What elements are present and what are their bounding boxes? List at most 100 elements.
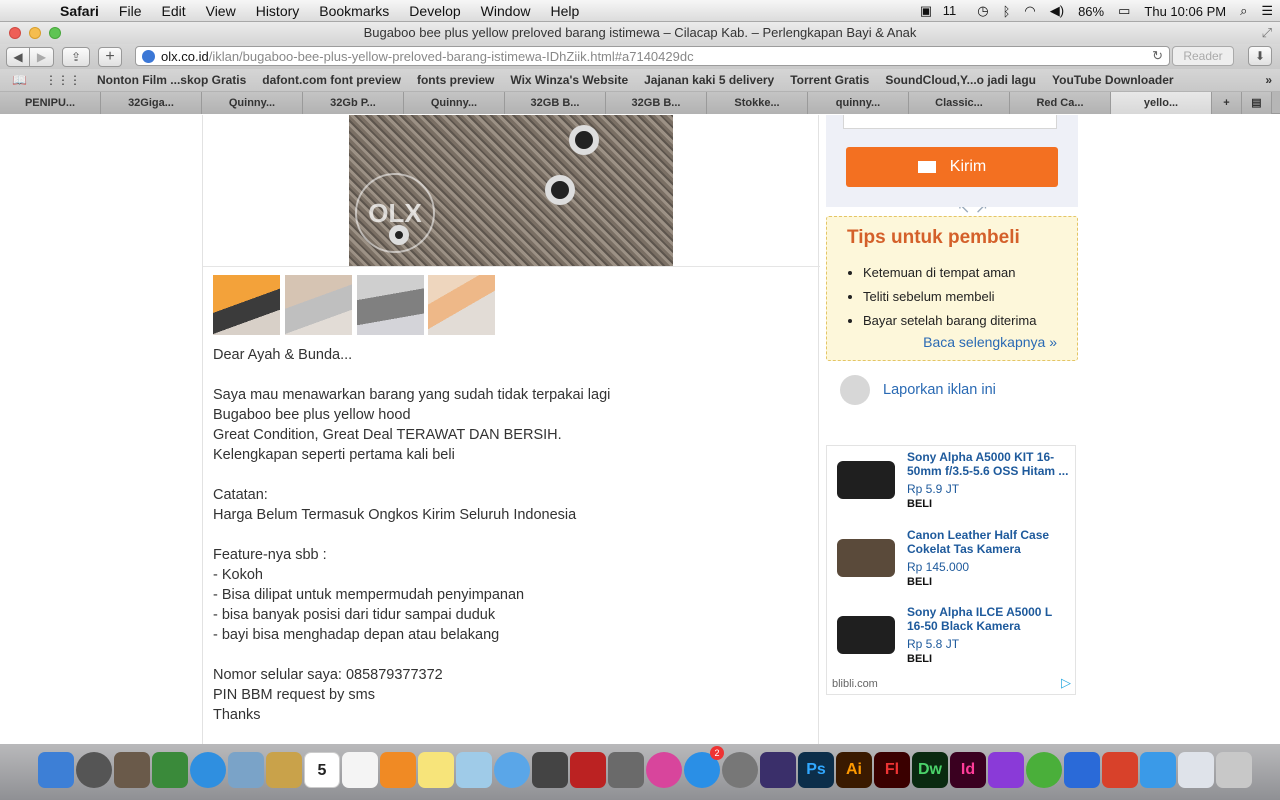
tab[interactable]: Stokke... bbox=[707, 92, 808, 114]
trash-icon[interactable] bbox=[1216, 752, 1252, 788]
battery-icon[interactable]: ▭ bbox=[1118, 3, 1130, 19]
tab[interactable]: 32Gb P... bbox=[303, 92, 404, 114]
ad-item[interactable]: Canon Leather Half Case Cokelat Tas Kame… bbox=[827, 524, 1077, 594]
tab-overview-icon[interactable]: ▤ bbox=[1242, 92, 1272, 114]
bookmark-item[interactable]: SoundCloud,Y...o jadi lagu bbox=[885, 73, 1036, 87]
tab-active[interactable]: yello... bbox=[1111, 92, 1212, 114]
tab[interactable]: Classic... bbox=[909, 92, 1010, 114]
bookmark-item[interactable]: Torrent Gratis bbox=[790, 73, 869, 87]
dashboard-icon[interactable] bbox=[152, 752, 188, 788]
colorful-app-icon[interactable] bbox=[988, 752, 1024, 788]
itunes-icon[interactable] bbox=[646, 752, 682, 788]
reader-button[interactable]: Reader bbox=[1172, 46, 1234, 66]
time-machine-icon[interactable]: ◷ bbox=[977, 3, 988, 19]
ad-item[interactable]: Sony Alpha ILCE A5000 L 16-50 Black Kame… bbox=[827, 601, 1077, 671]
report-ad-link[interactable]: Laporkan iklan ini bbox=[883, 382, 996, 398]
bookmark-item[interactable]: fonts preview bbox=[417, 73, 494, 87]
ad-title[interactable]: Canon Leather Half Case Cokelat Tas Kame… bbox=[907, 528, 1072, 556]
clock[interactable]: Thu 10:06 PM bbox=[1144, 4, 1226, 19]
safari-icon[interactable] bbox=[190, 752, 226, 788]
ad-title[interactable]: Sony Alpha ILCE A5000 L 16-50 Black Kame… bbox=[907, 605, 1072, 633]
ad-buy-link[interactable]: BELI bbox=[907, 576, 932, 588]
volume-icon[interactable]: ◀) bbox=[1050, 3, 1064, 19]
tab[interactable]: quinny... bbox=[808, 92, 909, 114]
reload-icon[interactable]: ↻ bbox=[1152, 48, 1163, 64]
spotlight-search-icon[interactable]: ⌕ bbox=[1240, 3, 1247, 19]
preview-icon[interactable] bbox=[456, 752, 492, 788]
tab[interactable]: 32Giga... bbox=[101, 92, 202, 114]
top-sites-icon[interactable]: ⋮⋮⋮ bbox=[45, 73, 81, 87]
utorrent-icon[interactable] bbox=[1026, 752, 1062, 788]
ad-buy-link[interactable]: BELI bbox=[907, 653, 932, 665]
menu-edit[interactable]: Edit bbox=[151, 0, 195, 22]
app-store-icon[interactable]: 2 bbox=[684, 746, 724, 788]
bookmark-item[interactable]: YouTube Downloader bbox=[1052, 73, 1174, 87]
wifi-icon[interactable]: ◠ bbox=[1024, 3, 1035, 19]
dreamweaver-icon[interactable]: Dw bbox=[912, 752, 948, 788]
finder-icon[interactable] bbox=[38, 752, 74, 788]
iphoto-icon[interactable] bbox=[608, 752, 644, 788]
fullscreen-icon[interactable]: ⤢ bbox=[1262, 22, 1272, 44]
address-bar[interactable]: olx.co.id /iklan/bugaboo-bee-plus-yellow… bbox=[135, 46, 1170, 66]
bookmark-item[interactable]: dafont.com font preview bbox=[262, 73, 401, 87]
back-button[interactable]: ◀ bbox=[6, 46, 30, 67]
minimize-window-button[interactable] bbox=[29, 27, 41, 39]
ad-source[interactable]: blibli.com bbox=[832, 678, 878, 690]
photo-thumbnail[interactable] bbox=[285, 275, 352, 335]
tab[interactable]: Quinny... bbox=[404, 92, 505, 114]
mission-control-icon[interactable] bbox=[114, 752, 150, 788]
menu-bookmarks[interactable]: Bookmarks bbox=[309, 0, 399, 22]
menu-window[interactable]: Window bbox=[471, 0, 541, 22]
vlc-icon[interactable] bbox=[380, 752, 416, 788]
reminders-icon[interactable] bbox=[342, 752, 378, 788]
notification-center-icon[interactable]: ☰ bbox=[1261, 3, 1273, 19]
menu-help[interactable]: Help bbox=[540, 0, 589, 22]
bookmarks-overflow-icon[interactable]: » bbox=[1265, 73, 1272, 87]
calendar-icon[interactable]: 5 bbox=[304, 752, 340, 788]
downloads-stack-icon[interactable] bbox=[1178, 752, 1214, 788]
downloads-icon[interactable]: ⬇ bbox=[1248, 46, 1272, 66]
bluetooth-icon[interactable]: ᛒ bbox=[1003, 4, 1011, 19]
menu-develop[interactable]: Develop bbox=[399, 0, 470, 22]
mail-icon[interactable] bbox=[228, 752, 264, 788]
tab[interactable]: PENIPU... bbox=[0, 92, 101, 114]
adchoices-icon[interactable]: ▷ bbox=[1061, 675, 1071, 691]
new-tab-button[interactable]: + bbox=[98, 46, 122, 67]
powerpoint-icon[interactable] bbox=[1102, 752, 1138, 788]
flash-icon[interactable]: Fl bbox=[874, 752, 910, 788]
tab[interactable]: 32GB B... bbox=[606, 92, 707, 114]
menu-app-name[interactable]: Safari bbox=[50, 0, 109, 22]
adobe-status-icon[interactable]: ▣ 11 bbox=[920, 3, 963, 19]
close-window-button[interactable] bbox=[9, 27, 21, 39]
forward-button[interactable]: ▶ bbox=[30, 46, 54, 67]
tab[interactable]: Red Ca... bbox=[1010, 92, 1111, 114]
menu-history[interactable]: History bbox=[246, 0, 310, 22]
launchpad-icon[interactable] bbox=[76, 752, 112, 788]
read-more-link[interactable]: Baca selengkapnya » bbox=[923, 334, 1057, 350]
tab[interactable]: 32GB B... bbox=[505, 92, 606, 114]
ad-buy-link[interactable]: BELI bbox=[907, 498, 932, 510]
contacts-icon[interactable] bbox=[266, 752, 302, 788]
bookmark-item[interactable]: Nonton Film ...skop Gratis bbox=[97, 73, 246, 87]
bookmark-item[interactable]: Wix Winza's Website bbox=[510, 73, 628, 87]
send-button[interactable]: Kirim bbox=[846, 147, 1058, 187]
imovie-icon[interactable] bbox=[760, 752, 796, 788]
photo-thumbnail[interactable] bbox=[357, 275, 424, 335]
message-input[interactable] bbox=[843, 115, 1057, 129]
zoom-window-button[interactable] bbox=[49, 27, 61, 39]
photo-thumbnail[interactable] bbox=[213, 275, 280, 335]
reading-list-icon[interactable]: 📖 bbox=[12, 73, 27, 87]
notes-icon[interactable] bbox=[418, 752, 454, 788]
facetime-icon[interactable] bbox=[532, 752, 568, 788]
ad-title[interactable]: Sony Alpha A5000 KIT 16-50mm f/3.5-5.6 O… bbox=[907, 450, 1072, 478]
battery-percent[interactable]: 86% bbox=[1078, 4, 1104, 19]
menu-file[interactable]: File bbox=[109, 0, 152, 22]
ad-item[interactable]: Sony Alpha A5000 KIT 16-50mm f/3.5-5.6 O… bbox=[827, 446, 1077, 516]
photo-thumbnail[interactable] bbox=[428, 275, 495, 335]
illustrator-icon[interactable]: Ai bbox=[836, 752, 872, 788]
photoshop-icon[interactable]: Ps bbox=[798, 752, 834, 788]
word-icon[interactable] bbox=[1064, 752, 1100, 788]
photo-booth-icon[interactable] bbox=[570, 752, 606, 788]
menu-view[interactable]: View bbox=[196, 0, 246, 22]
messages-icon[interactable] bbox=[494, 752, 530, 788]
